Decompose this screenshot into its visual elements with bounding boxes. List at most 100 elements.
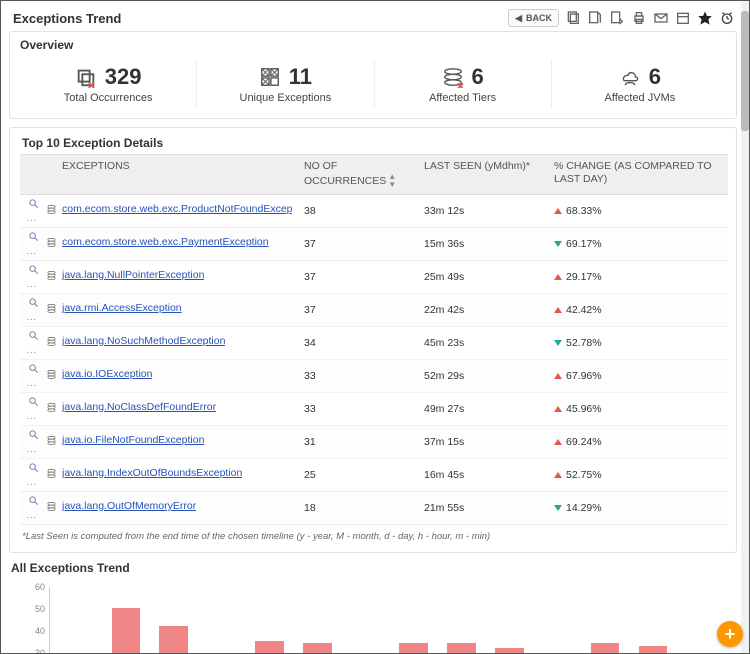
back-arrow-icon: ◀ <box>515 13 522 24</box>
metric-value: 6 <box>472 64 484 90</box>
pdf-export-icon[interactable] <box>587 10 603 26</box>
exception-link[interactable]: java.rmi.AccessException <box>62 302 182 314</box>
metric-value: 6 <box>649 64 661 90</box>
exception-link[interactable]: java.lang.NoClassDefFoundError <box>62 401 216 413</box>
stack-icon[interactable] <box>44 468 58 479</box>
magnify-icon[interactable] <box>26 330 40 341</box>
metric-icon <box>75 66 97 88</box>
back-button-label: BACK <box>526 13 552 23</box>
cell-change: 29.17% <box>548 260 728 293</box>
col-change[interactable]: % CHANGE (AS COMPARED TO LAST DAY) <box>548 155 728 195</box>
cell-change: 14.29% <box>548 491 728 524</box>
overview-panel: Overview 329Total Occurrences11Unique Ex… <box>9 31 737 119</box>
cell-change: 68.33% <box>548 194 728 227</box>
trend-down-icon <box>554 241 562 247</box>
trend-up-icon <box>554 208 562 214</box>
col-last-seen[interactable]: LAST SEEN (yMdhm)* <box>418 155 548 195</box>
row-more-icon[interactable]: … <box>26 212 37 224</box>
overview-metric: 6 Affected JVMs <box>551 60 728 108</box>
stack-icon[interactable] <box>44 435 58 446</box>
exception-link[interactable]: java.io.FileNotFoundException <box>62 434 204 446</box>
email-icon[interactable] <box>653 10 669 26</box>
magnify-icon[interactable] <box>26 429 40 440</box>
metric-label: Affected JVMs <box>560 92 720 104</box>
favorite-star-icon[interactable] <box>697 10 713 26</box>
exception-link[interactable]: java.lang.NoSuchMethodException <box>62 335 225 347</box>
stack-icon[interactable] <box>44 402 58 413</box>
magnify-icon[interactable] <box>26 231 40 242</box>
exception-link[interactable]: java.io.IOException <box>62 368 152 380</box>
stack-icon[interactable] <box>44 501 58 512</box>
exception-link[interactable]: java.lang.NullPointerException <box>62 269 204 281</box>
trend-down-icon <box>554 505 562 511</box>
print-icon[interactable] <box>631 10 647 26</box>
row-more-icon[interactable]: … <box>26 344 37 356</box>
metric-icon <box>442 66 464 88</box>
back-button[interactable]: ◀ BACK <box>508 9 559 27</box>
stack-icon[interactable] <box>44 270 58 281</box>
trend-up-icon <box>554 406 562 412</box>
row-more-icon[interactable]: … <box>26 245 37 257</box>
copy-icon[interactable] <box>565 10 581 26</box>
scrollbar-thumb[interactable] <box>741 11 749 131</box>
trend-up-icon <box>554 373 562 379</box>
metric-label: Affected Tiers <box>383 92 543 104</box>
exception-link[interactable]: java.lang.OutOfMemoryError <box>62 500 196 512</box>
magnify-icon[interactable] <box>26 495 40 506</box>
cell-last-seen: 15m 36s <box>418 227 548 260</box>
cell-change: 69.17% <box>548 227 728 260</box>
table-row: …java.lang.IndexOutOfBoundsException2516… <box>20 458 728 491</box>
row-more-icon[interactable]: … <box>26 509 37 521</box>
alarm-clock-icon[interactable] <box>719 10 735 26</box>
metric-label: Total Occurrences <box>28 92 188 104</box>
exceptions-table: EXCEPTIONS NO OF OCCURRENCES▲▼ LAST SEEN… <box>20 154 728 525</box>
row-more-icon[interactable]: … <box>26 278 37 290</box>
vertical-scrollbar[interactable] <box>741 1 749 653</box>
exception-link[interactable]: com.ecom.store.web.exc.PaymentException <box>62 236 269 248</box>
col-occurrences[interactable]: NO OF OCCURRENCES▲▼ <box>298 155 418 195</box>
metric-value: 11 <box>289 64 312 90</box>
trend-up-icon <box>554 472 562 478</box>
chart-y-tick: 60 <box>25 582 45 592</box>
table-row: …java.lang.OutOfMemoryError1821m 55s14.2… <box>20 491 728 524</box>
schedule-icon[interactable] <box>675 10 691 26</box>
stack-icon[interactable] <box>44 204 58 215</box>
stack-icon[interactable] <box>44 369 58 380</box>
row-more-icon[interactable]: … <box>26 476 37 488</box>
magnify-icon[interactable] <box>26 264 40 275</box>
chart-bar <box>591 643 620 654</box>
exceptions-trend-chart: Number 010203040506015:5415:5615:5816:00… <box>9 579 737 654</box>
stack-icon[interactable] <box>44 336 58 347</box>
cell-occurrences: 37 <box>298 293 418 326</box>
exception-link[interactable]: java.lang.IndexOutOfBoundsException <box>62 467 242 479</box>
col-exceptions[interactable]: EXCEPTIONS <box>56 155 298 195</box>
sort-arrows-icon: ▲▼ <box>388 173 396 189</box>
magnify-icon[interactable] <box>26 297 40 308</box>
cell-last-seen: 16m 45s <box>418 458 548 491</box>
metric-icon <box>259 66 281 88</box>
chart-y-tick: 40 <box>25 626 45 636</box>
col-stack[interactable] <box>38 155 56 195</box>
col-magnify[interactable] <box>20 155 38 195</box>
cell-occurrences: 33 <box>298 359 418 392</box>
exception-link[interactable]: com.ecom.store.web.exc.ProductNotFoundEx… <box>62 203 292 215</box>
magnify-icon[interactable] <box>26 462 40 473</box>
fab-add-button[interactable]: + <box>717 621 743 647</box>
stack-icon[interactable] <box>44 303 58 314</box>
row-more-icon[interactable]: … <box>26 410 37 422</box>
table-row: …java.lang.NoSuchMethodException3445m 23… <box>20 326 728 359</box>
cell-last-seen: 52m 29s <box>418 359 548 392</box>
csv-export-icon[interactable] <box>609 10 625 26</box>
cell-occurrences: 37 <box>298 260 418 293</box>
stack-icon[interactable] <box>44 237 58 248</box>
page-title: Exceptions Trend <box>13 11 121 26</box>
magnify-icon[interactable] <box>26 198 40 209</box>
chart-bar <box>639 646 668 654</box>
magnify-icon[interactable] <box>26 396 40 407</box>
row-more-icon[interactable]: … <box>26 377 37 389</box>
row-more-icon[interactable]: … <box>26 311 37 323</box>
magnify-icon[interactable] <box>26 363 40 374</box>
metric-icon <box>619 66 641 88</box>
chart-bar <box>112 608 141 654</box>
row-more-icon[interactable]: … <box>26 443 37 455</box>
